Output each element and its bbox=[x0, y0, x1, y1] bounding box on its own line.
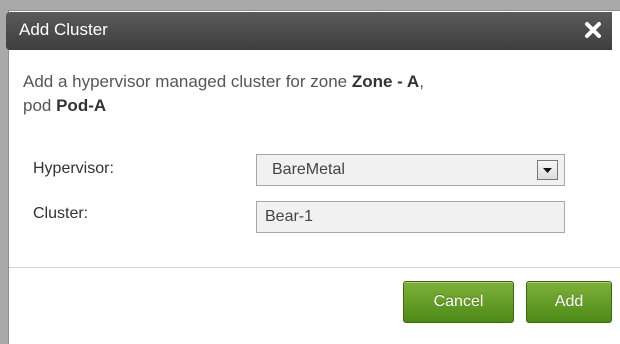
pod-prefix: pod bbox=[23, 96, 57, 115]
dialog-description: Add a hypervisor managed cluster for zon… bbox=[23, 70, 598, 118]
chevron-down-icon[interactable] bbox=[537, 160, 558, 180]
pod-name: Pod-A bbox=[56, 96, 107, 115]
add-button[interactable]: Add bbox=[526, 281, 612, 323]
hypervisor-selected-value: BareMetal bbox=[272, 161, 345, 178]
hypervisor-select[interactable]: BareMetal bbox=[256, 154, 565, 186]
hypervisor-label: Hypervisor: bbox=[33, 160, 114, 177]
footer-divider bbox=[9, 267, 620, 268]
description-comma: , bbox=[419, 72, 424, 91]
zone-name: Zone - A bbox=[351, 72, 420, 91]
cluster-label: Cluster: bbox=[33, 205, 89, 222]
cancel-button[interactable]: Cancel bbox=[403, 281, 514, 323]
dialog-titlebar: Add Cluster bbox=[6, 12, 612, 50]
cluster-name-input[interactable] bbox=[256, 201, 565, 233]
description-prefix: Add a hypervisor managed cluster for zon… bbox=[23, 72, 352, 91]
dialog-title: Add Cluster bbox=[19, 20, 108, 39]
close-icon[interactable] bbox=[582, 19, 604, 41]
